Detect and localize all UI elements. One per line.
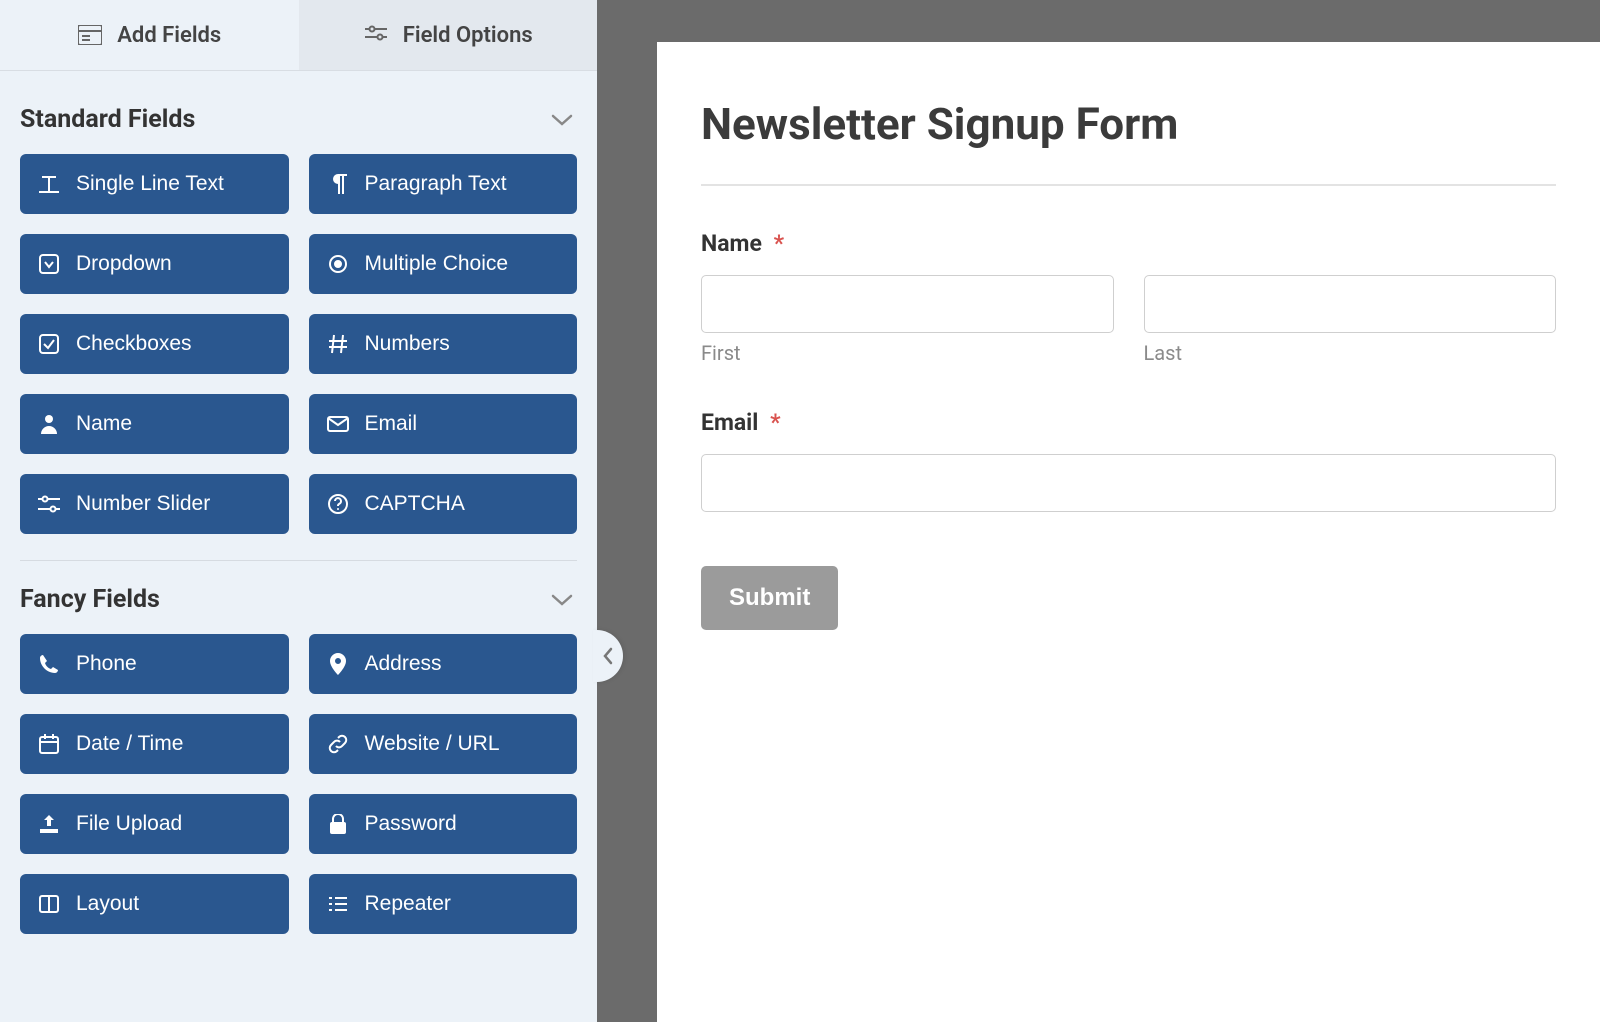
field-repeater[interactable]: Repeater	[309, 874, 578, 934]
tab-field-options[interactable]: Field Options	[299, 0, 598, 70]
field-label: Address	[365, 652, 442, 676]
text-icon	[38, 173, 60, 195]
user-icon	[38, 413, 60, 435]
tab-field-options-label: Field Options	[403, 23, 533, 48]
field-label: Checkboxes	[76, 332, 192, 356]
lock-icon	[327, 813, 349, 835]
field-label: Phone	[76, 652, 137, 676]
envelope-icon	[327, 413, 349, 435]
required-mark: *	[774, 230, 784, 257]
hash-icon	[327, 333, 349, 355]
form-email-field[interactable]: Email *	[701, 409, 1556, 512]
calendar-icon	[38, 733, 60, 755]
field-name[interactable]: Name	[20, 394, 289, 454]
field-website-url[interactable]: Website / URL	[309, 714, 578, 774]
chevron-down-icon	[551, 593, 573, 607]
checkbox-icon	[38, 333, 60, 355]
field-layout[interactable]: Layout	[20, 874, 289, 934]
section-standard: Standard Fields Single Line Text Paragra…	[20, 99, 577, 534]
field-paragraph-text[interactable]: Paragraph Text	[309, 154, 578, 214]
required-mark: *	[770, 409, 780, 436]
section-fancy: Fancy Fields Phone Address Date / Time	[20, 579, 577, 934]
field-single-line-text[interactable]: Single Line Text	[20, 154, 289, 214]
section-standard-title: Standard Fields	[20, 105, 195, 134]
email-label-text: Email	[701, 409, 758, 436]
name-row: First Last	[701, 275, 1556, 365]
tabs: Add Fields Field Options	[0, 0, 597, 71]
tab-add-fields[interactable]: Add Fields	[0, 0, 299, 70]
last-sublabel: Last	[1144, 341, 1557, 365]
section-standard-header[interactable]: Standard Fields	[20, 99, 577, 148]
sidebar: Add Fields Field Options Standard Fields…	[0, 0, 597, 1022]
field-address[interactable]: Address	[309, 634, 578, 694]
field-captcha[interactable]: CAPTCHA	[309, 474, 578, 534]
field-file-upload[interactable]: File Upload	[20, 794, 289, 854]
form-title[interactable]: Newsletter Signup Form	[701, 98, 1556, 150]
last-name-col: Last	[1144, 275, 1557, 365]
panel-body: Standard Fields Single Line Text Paragra…	[0, 71, 597, 1022]
field-multiple-choice[interactable]: Multiple Choice	[309, 234, 578, 294]
chevron-down-icon	[551, 113, 573, 127]
field-label: Paragraph Text	[365, 172, 507, 196]
sliders-icon	[363, 22, 389, 48]
fancy-field-grid: Phone Address Date / Time Website / URL	[20, 634, 577, 934]
field-label: Name	[76, 412, 132, 436]
columns-icon	[38, 893, 60, 915]
form-name-field[interactable]: Name * First Last	[701, 230, 1556, 365]
first-sublabel: First	[701, 341, 1114, 365]
tab-add-fields-label: Add Fields	[117, 23, 221, 48]
field-dropdown[interactable]: Dropdown	[20, 234, 289, 294]
standard-field-grid: Single Line Text Paragraph Text Dropdown…	[20, 154, 577, 534]
preview-area: Newsletter Signup Form Name * First Last	[597, 0, 1600, 1022]
first-name-input[interactable]	[701, 275, 1114, 333]
field-number-slider[interactable]: Number Slider	[20, 474, 289, 534]
field-date-time[interactable]: Date / Time	[20, 714, 289, 774]
dropdown-icon	[38, 253, 60, 275]
last-name-input[interactable]	[1144, 275, 1557, 333]
field-email[interactable]: Email	[309, 394, 578, 454]
field-label: Date / Time	[76, 732, 183, 756]
field-label: Dropdown	[76, 252, 172, 276]
field-label: Repeater	[365, 892, 451, 916]
field-numbers[interactable]: Numbers	[309, 314, 578, 374]
section-fancy-title: Fancy Fields	[20, 585, 160, 614]
field-label: Numbers	[365, 332, 450, 356]
question-icon	[327, 493, 349, 515]
field-label: File Upload	[76, 812, 182, 836]
list-icon	[327, 893, 349, 915]
field-label: Password	[365, 812, 457, 836]
field-label: Website / URL	[365, 732, 500, 756]
submit-button[interactable]: Submit	[701, 566, 838, 630]
field-checkboxes[interactable]: Checkboxes	[20, 314, 289, 374]
divider	[20, 560, 577, 561]
field-phone[interactable]: Phone	[20, 634, 289, 694]
name-label-text: Name	[701, 230, 762, 257]
pin-icon	[327, 653, 349, 675]
field-label: Number Slider	[76, 492, 210, 516]
email-input[interactable]	[701, 454, 1556, 512]
radio-icon	[327, 253, 349, 275]
phone-icon	[38, 653, 60, 675]
field-label: Multiple Choice	[365, 252, 509, 276]
first-name-col: First	[701, 275, 1114, 365]
preview-panel: Newsletter Signup Form Name * First Last	[657, 42, 1600, 1022]
chevron-left-icon	[602, 647, 614, 665]
link-icon	[327, 733, 349, 755]
section-fancy-header[interactable]: Fancy Fields	[20, 579, 577, 628]
email-label: Email *	[701, 409, 1556, 436]
field-label: CAPTCHA	[365, 492, 465, 516]
field-label: Email	[365, 412, 418, 436]
field-label: Single Line Text	[76, 172, 224, 196]
title-divider	[701, 184, 1556, 186]
upload-icon	[38, 813, 60, 835]
form-icon	[77, 22, 103, 48]
sliders-icon	[38, 493, 60, 515]
paragraph-icon	[327, 173, 349, 195]
field-label: Layout	[76, 892, 139, 916]
name-label: Name *	[701, 230, 1556, 257]
field-password[interactable]: Password	[309, 794, 578, 854]
